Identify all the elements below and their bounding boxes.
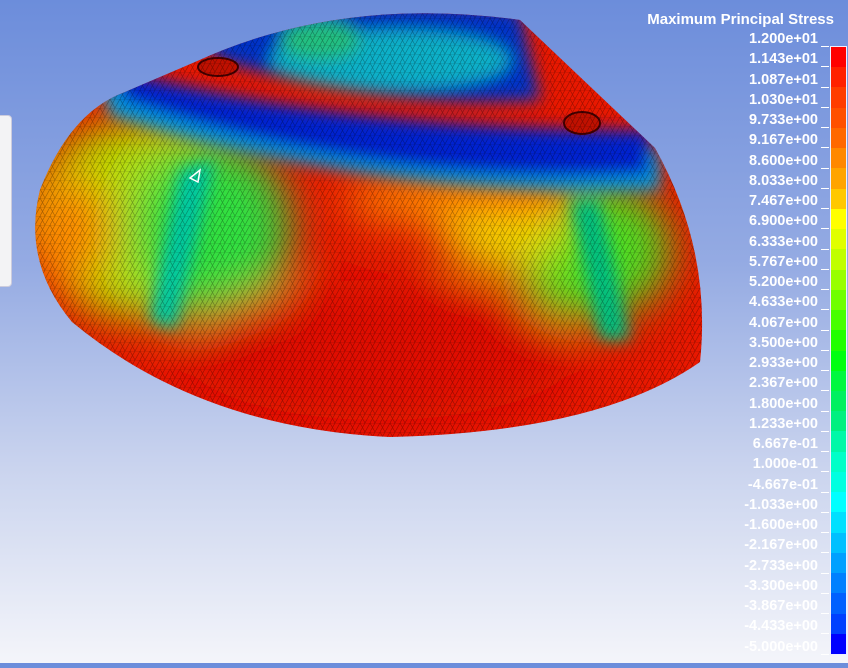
legend-tick [821, 86, 829, 88]
legend-tick [821, 127, 829, 128]
legend-label: 2.367e+00 [749, 375, 818, 392]
legend-color-band [831, 573, 846, 594]
legend-color-band [831, 552, 846, 574]
legend-label: 1.087e+01 [749, 71, 818, 88]
legend-color-band [831, 289, 846, 311]
legend-tick [821, 390, 829, 392]
legend-color-band [831, 411, 846, 432]
legend-color-band [831, 168, 846, 189]
legend-label: 1.200e+01 [749, 31, 818, 47]
legend-tick [821, 592, 829, 594]
legend-label: 3.500e+00 [749, 334, 818, 351]
legend-color-band [831, 633, 846, 655]
legend-tick [821, 289, 829, 290]
legend-color-band [831, 451, 846, 472]
legend-label: 8.033e+00 [749, 172, 818, 189]
legend-tick [821, 208, 829, 209]
legend-label: 7.467e+00 [749, 193, 818, 209]
legend-label: -3.867e+00 [744, 598, 818, 614]
legend-color-band [831, 127, 846, 149]
legend-label: 8.600e+00 [749, 152, 818, 169]
legend-label: -4.667e-01 [747, 476, 818, 493]
legend-tick [821, 309, 829, 311]
legend-color-band [831, 471, 846, 493]
legend-label: 2.933e+00 [749, 355, 818, 371]
legend-tick [821, 653, 829, 655]
legend-color-band [831, 330, 846, 351]
legend-color-band [831, 350, 846, 371]
legend-color-band [831, 148, 846, 169]
legend-label: -4.433e+00 [744, 618, 818, 635]
legend-tick [821, 572, 829, 574]
legend-color-band [831, 249, 846, 270]
legend-tick [821, 228, 829, 230]
legend-label: -1.600e+00 [744, 517, 818, 533]
legend-tick [821, 370, 829, 371]
legend-color-band [831, 67, 846, 88]
legend-label: 6.333e+00 [749, 233, 818, 250]
legend-label: 1.800e+00 [749, 395, 818, 412]
stress-contour-model [35, 13, 703, 438]
legend-color-band [831, 492, 846, 513]
legend-tick [821, 167, 829, 169]
legend-tick [821, 491, 829, 493]
legend-tick [821, 511, 829, 513]
legend-label: 5.200e+00 [749, 274, 818, 290]
legend-color-band [831, 47, 846, 68]
legend-tick [821, 106, 829, 108]
legend-label: 5.767e+00 [749, 253, 818, 270]
legend-color-band [831, 107, 846, 128]
legend-label: 1.143e+01 [749, 51, 818, 68]
legend-tick [821, 613, 829, 614]
legend-label: 4.067e+00 [749, 314, 818, 331]
legend-label: 9.167e+00 [749, 132, 818, 149]
legend-tick [821, 248, 829, 250]
legend-label: 1.000e-01 [752, 456, 818, 473]
legend-color-band [831, 593, 846, 614]
legend-color-band [831, 532, 846, 553]
legend-tick [821, 66, 829, 68]
legend-color-band [831, 310, 846, 331]
legend-color-band [831, 188, 846, 209]
legend-color-band [831, 269, 846, 290]
legend-color-bar [830, 46, 847, 655]
legend-tick [821, 633, 829, 635]
legend-tick [821, 46, 829, 47]
legend-label: 1.233e+00 [749, 415, 818, 432]
legend-tick [821, 471, 829, 473]
legend-label: 1.030e+01 [749, 91, 818, 108]
3d-viewport[interactable] [0, 0, 848, 663]
legend-tick [821, 552, 829, 554]
collapsed-side-panel[interactable] [0, 115, 12, 287]
legend-tick [821, 410, 829, 412]
legend-label: -2.167e+00 [744, 537, 818, 554]
legend-label: 4.633e+00 [749, 294, 818, 311]
legend-color-band [831, 512, 846, 533]
legend-label: -5.000e+00 [744, 638, 818, 655]
legend-label: 9.733e+00 [749, 112, 818, 128]
legend-label: 6.900e+00 [749, 213, 818, 230]
legend-title: Maximum Principal Stress [647, 11, 834, 28]
legend-label: -2.733e+00 [744, 557, 818, 574]
legend-color-band [831, 431, 846, 452]
legend-label: 6.667e-01 [752, 436, 818, 452]
legend-color-band [831, 390, 846, 412]
legend-label: -3.300e+00 [744, 577, 818, 594]
legend-color-band [831, 613, 846, 634]
legend-color-band [831, 229, 846, 250]
legend-tick [821, 268, 829, 270]
legend-tick [821, 329, 829, 331]
legend-label: -1.033e+00 [744, 496, 818, 513]
legend-tick [821, 532, 829, 533]
legend-color-band [831, 208, 846, 230]
legend-tick [821, 349, 829, 351]
legend-tick [821, 451, 829, 452]
legend-color-band [831, 370, 846, 391]
legend-color-band [831, 87, 846, 108]
legend-tick [821, 147, 829, 149]
legend-tick [821, 187, 829, 189]
legend-tick [821, 430, 829, 432]
